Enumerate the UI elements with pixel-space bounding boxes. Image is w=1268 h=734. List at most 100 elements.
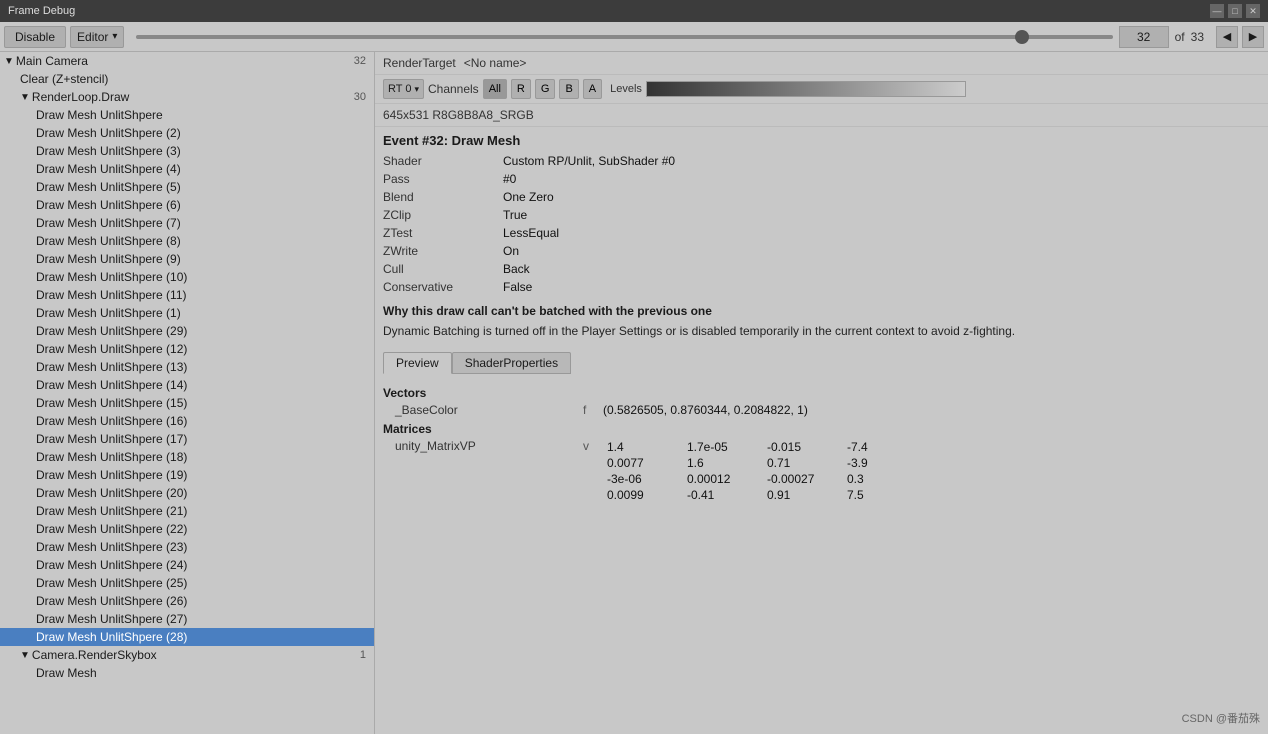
tree-item-label: Draw Mesh UnlitShpere (3)	[36, 144, 370, 158]
levels-label: Levels	[610, 83, 642, 95]
tree-item-28[interactable]: Draw Mesh UnlitShpere (24)	[0, 556, 374, 574]
tree-item-label: Draw Mesh UnlitShpere (1)	[36, 306, 370, 320]
tree-item-19[interactable]: Draw Mesh UnlitShpere (15)	[0, 394, 374, 412]
tree-item-33[interactable]: ▼Camera.RenderSkybox1	[0, 646, 374, 664]
tree-arrow: ▼	[20, 650, 30, 661]
tree-item-label: Draw Mesh UnlitShpere (14)	[36, 378, 370, 392]
detail-key-5: ZWrite	[383, 244, 503, 258]
detail-key-3: ZClip	[383, 208, 503, 222]
render-target-bar: RenderTarget <No name>	[375, 52, 1268, 75]
tree-item-0[interactable]: ▼Main Camera32	[0, 52, 374, 70]
tree-item-17[interactable]: Draw Mesh UnlitShpere (13)	[0, 358, 374, 376]
tree-item-5[interactable]: Draw Mesh UnlitShpere (3)	[0, 142, 374, 160]
toolbar: Disable Editor 32 of 33 ◀ ▶	[0, 22, 1268, 52]
tree-item-label: Draw Mesh UnlitShpere (16)	[36, 414, 370, 428]
tree-item-num: 30	[354, 91, 366, 103]
matrix-unity-vp-row: unity_MatrixVPv1.41.7e-05-0.015-7.40.007…	[383, 438, 1260, 504]
tree-item-26[interactable]: Draw Mesh UnlitShpere (22)	[0, 520, 374, 538]
matrix-cell-0-1: 1.7e-05	[683, 439, 763, 455]
vectors-header: Vectors	[383, 386, 1260, 400]
tree-item-label: Draw Mesh UnlitShpere (21)	[36, 504, 370, 518]
tree-item-label: Draw Mesh UnlitShpere (2)	[36, 126, 370, 140]
matrix-type: v	[583, 439, 603, 453]
tree-item-18[interactable]: Draw Mesh UnlitShpere (14)	[0, 376, 374, 394]
minimize-icon[interactable]: —	[1210, 4, 1224, 18]
channel-g-button[interactable]: G	[535, 79, 556, 99]
channel-r-button[interactable]: R	[511, 79, 531, 99]
tree-item-8[interactable]: Draw Mesh UnlitShpere (6)	[0, 196, 374, 214]
tree-item-3[interactable]: Draw Mesh UnlitShpere	[0, 106, 374, 124]
matrix-cell-3-3: 7.5	[843, 487, 923, 503]
matrix-cell-3-2: 0.91	[763, 487, 843, 503]
tree-item-7[interactable]: Draw Mesh UnlitShpere (5)	[0, 178, 374, 196]
matrix-cell-3-0: 0.0099	[603, 487, 683, 503]
tree-arrow: ▼	[20, 92, 30, 103]
tree-item-1[interactable]: Clear (Z+stencil)	[0, 70, 374, 88]
tree-item-27[interactable]: Draw Mesh UnlitShpere (23)	[0, 538, 374, 556]
tree-item-label: Draw Mesh UnlitShpere (20)	[36, 486, 370, 500]
frame-slider-track[interactable]	[136, 35, 1112, 39]
rt-dropdown[interactable]: RT 0	[383, 79, 424, 99]
detail-row-4: ZTestLessEqual	[383, 224, 1260, 242]
matrix-cell-0-2: -0.015	[763, 439, 843, 455]
tree-item-9[interactable]: Draw Mesh UnlitShpere (7)	[0, 214, 374, 232]
tree-item-22[interactable]: Draw Mesh UnlitShpere (18)	[0, 448, 374, 466]
tree-item-label: Draw Mesh UnlitShpere (9)	[36, 252, 370, 266]
basecolor-row: _BaseColor f (0.5826505, 0.8760344, 0.20…	[383, 402, 1260, 418]
tree-item-30[interactable]: Draw Mesh UnlitShpere (26)	[0, 592, 374, 610]
tree-item-34[interactable]: Draw Mesh	[0, 664, 374, 682]
tree-item-2[interactable]: ▼RenderLoop.Draw30	[0, 88, 374, 106]
detail-row-3: ZClipTrue	[383, 206, 1260, 224]
nav-prev-button[interactable]: ◀	[1216, 26, 1238, 48]
tree-arrow: ▼	[4, 56, 14, 67]
tree-item-6[interactable]: Draw Mesh UnlitShpere (4)	[0, 160, 374, 178]
matrix-cell-2-3: 0.3	[843, 471, 923, 487]
matrix-cell-1-3: -3.9	[843, 455, 923, 471]
matrix-values: 1.41.7e-05-0.015-7.40.00771.60.71-3.9-3e…	[603, 439, 923, 503]
close-icon[interactable]: ✕	[1246, 4, 1260, 18]
tree-item-10[interactable]: Draw Mesh UnlitShpere (8)	[0, 232, 374, 250]
tree-item-label: Draw Mesh UnlitShpere (24)	[36, 558, 370, 572]
channel-bar: RT 0 Channels All R G B A Levels	[375, 75, 1268, 104]
title-bar: Frame Debug — □ ✕	[0, 0, 1268, 22]
tree-item-14[interactable]: Draw Mesh UnlitShpere (1)	[0, 304, 374, 322]
maximize-icon[interactable]: □	[1228, 4, 1242, 18]
tree-item-15[interactable]: Draw Mesh UnlitShpere (29)	[0, 322, 374, 340]
detail-val-7: False	[503, 280, 532, 294]
tree-item-24[interactable]: Draw Mesh UnlitShpere (20)	[0, 484, 374, 502]
channel-all-button[interactable]: All	[483, 79, 507, 99]
tree-item-13[interactable]: Draw Mesh UnlitShpere (11)	[0, 286, 374, 304]
tree-item-4[interactable]: Draw Mesh UnlitShpere (2)	[0, 124, 374, 142]
detail-val-3: True	[503, 208, 527, 222]
tree-item-32[interactable]: Draw Mesh UnlitShpere (28)	[0, 628, 374, 646]
tree-item-31[interactable]: Draw Mesh UnlitShpere (27)	[0, 610, 374, 628]
editor-dropdown[interactable]: Editor	[70, 26, 124, 48]
tree-item-16[interactable]: Draw Mesh UnlitShpere (12)	[0, 340, 374, 358]
tree-item-label: Draw Mesh UnlitShpere (25)	[36, 576, 370, 590]
event-header: Event #32: Draw Mesh	[375, 127, 1268, 152]
detail-row-2: BlendOne Zero	[383, 188, 1260, 206]
preview-tab-1[interactable]: ShaderProperties	[452, 352, 571, 374]
disable-button[interactable]: Disable	[4, 26, 66, 48]
tree-item-29[interactable]: Draw Mesh UnlitShpere (25)	[0, 574, 374, 592]
channel-a-button[interactable]: A	[583, 79, 602, 99]
detail-row-0: ShaderCustom RP/Unlit, SubShader #0	[383, 152, 1260, 170]
tree-item-11[interactable]: Draw Mesh UnlitShpere (9)	[0, 250, 374, 268]
preview-tab-0[interactable]: Preview	[383, 352, 452, 374]
frame-number[interactable]: 32	[1119, 26, 1169, 48]
tree-item-label: Draw Mesh UnlitShpere (28)	[36, 630, 370, 644]
detail-key-2: Blend	[383, 190, 503, 204]
tree-item-label: Draw Mesh UnlitShpere (13)	[36, 360, 370, 374]
tree-item-23[interactable]: Draw Mesh UnlitShpere (19)	[0, 466, 374, 484]
tree-item-25[interactable]: Draw Mesh UnlitShpere (21)	[0, 502, 374, 520]
frame-slider-thumb[interactable]	[1015, 30, 1029, 44]
detail-key-4: ZTest	[383, 226, 503, 240]
tree-item-20[interactable]: Draw Mesh UnlitShpere (16)	[0, 412, 374, 430]
title-bar-title: Frame Debug	[8, 5, 75, 17]
channel-b-button[interactable]: B	[559, 79, 578, 99]
nav-next-button[interactable]: ▶	[1242, 26, 1264, 48]
batching-warn-title: Why this draw call can't be batched with…	[383, 304, 1260, 318]
tree-item-21[interactable]: Draw Mesh UnlitShpere (17)	[0, 430, 374, 448]
tree-item-12[interactable]: Draw Mesh UnlitShpere (10)	[0, 268, 374, 286]
levels-bar	[646, 81, 966, 97]
